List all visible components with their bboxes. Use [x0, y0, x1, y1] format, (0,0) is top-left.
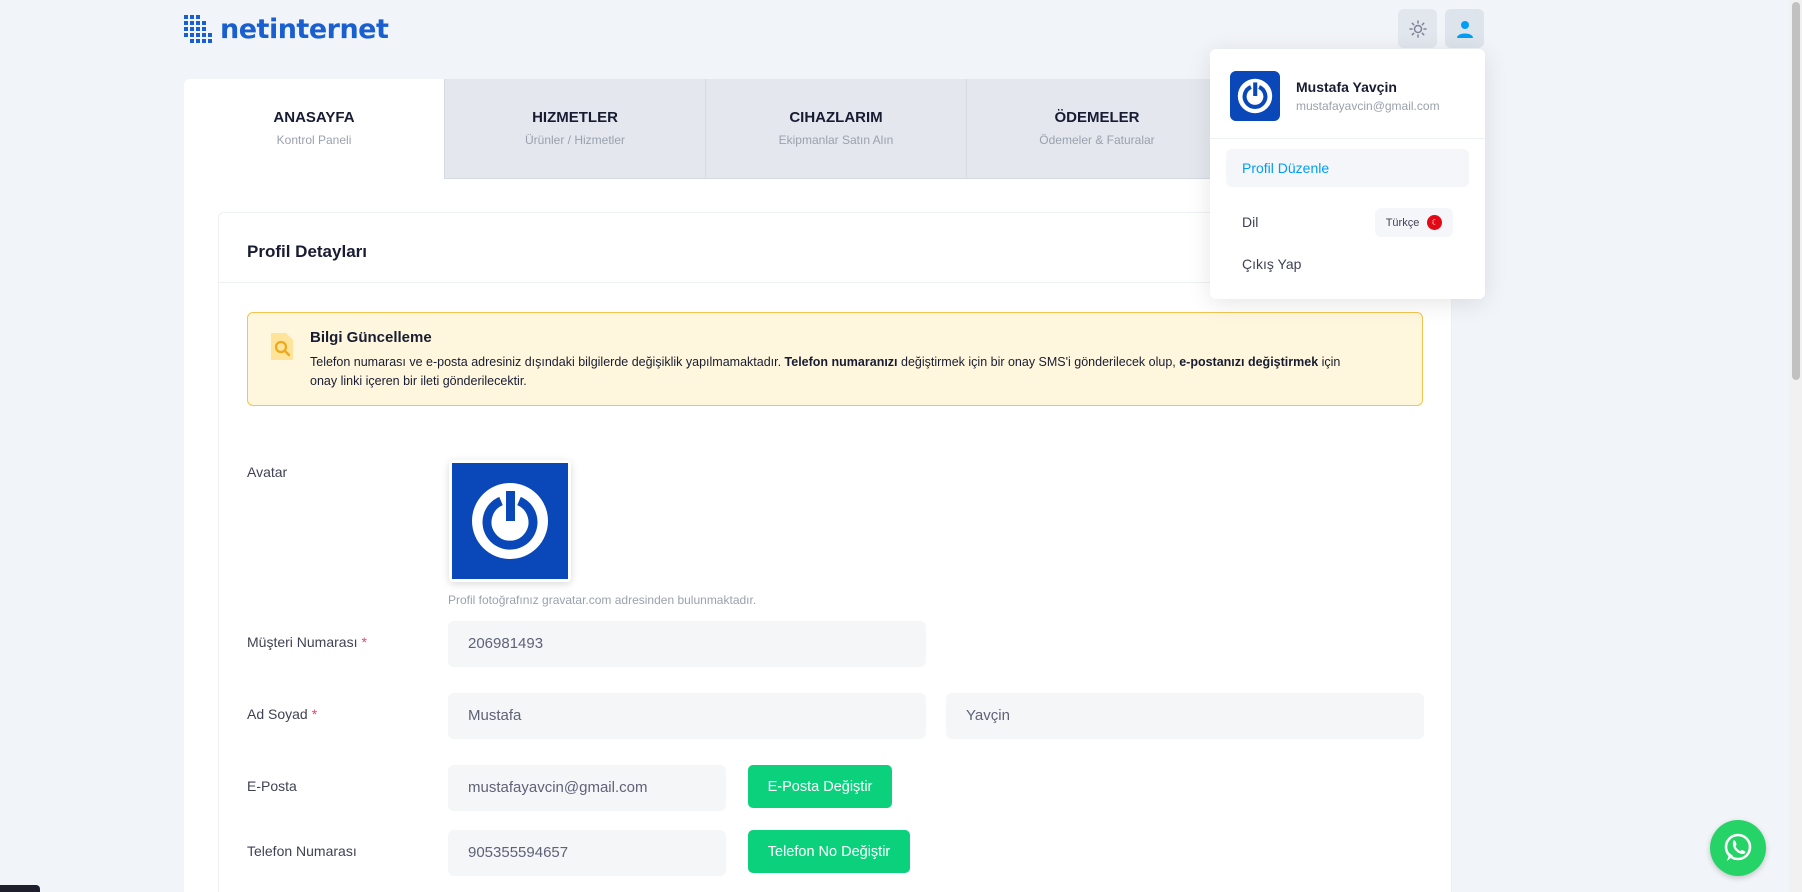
theme-toggle-button[interactable]	[1398, 9, 1437, 48]
language-value: Türkçe	[1385, 216, 1420, 229]
tab-title: ÖDEMELER	[1054, 109, 1140, 126]
tab-title: ANASAYFA	[273, 109, 355, 126]
notice-text-part: Telefon numarası ve e-posta adresiniz dı…	[310, 355, 785, 369]
tab-odemeler[interactable]: ÖDEMELER Ödemeler & Faturalar	[967, 79, 1228, 179]
email-field[interactable]: mustafayavcin@gmail.com	[448, 765, 726, 811]
notice-text-part: değiştirmek için bir onay SMS'i gönderil…	[897, 355, 1180, 369]
notice-title: Bilgi Güncelleme	[310, 329, 432, 346]
last-name-field[interactable]: Yavçin	[946, 693, 1424, 739]
whatsapp-icon	[1724, 833, 1752, 861]
document-search-icon	[271, 333, 293, 360]
user-dropdown-menu: Mustafa Yavçin mustafayavcin@gmail.com P…	[1210, 49, 1485, 299]
email-label: E-Posta	[247, 778, 297, 794]
required-mark: *	[311, 706, 318, 722]
top-bar: netinternet	[0, 0, 1802, 62]
notice-bold-phone: Telefon numaranızı	[784, 355, 898, 369]
change-phone-button[interactable]: Telefon No Değiştir	[748, 830, 910, 873]
phone-field[interactable]: 905355594657	[448, 830, 726, 876]
tab-title: HIZMETLER	[532, 109, 618, 126]
customer-number-label: Müşteri Numarası *	[247, 634, 367, 650]
dropdown-avatar	[1230, 71, 1280, 121]
language-selector[interactable]: Türkçe ☾	[1375, 208, 1453, 237]
required-mark: *	[361, 634, 367, 650]
edit-profile-link[interactable]: Profil Düzenle	[1226, 149, 1469, 187]
turkey-flag-icon: ☾	[1427, 215, 1443, 230]
customer-number-field[interactable]: 206981493	[448, 621, 926, 667]
tab-subtitle: Ekipmanlar Satın Alın	[778, 133, 894, 147]
scrollbar-thumb[interactable]	[1792, 2, 1800, 380]
avatar-label: Avatar	[247, 464, 288, 480]
page-scrollbar[interactable]	[1789, 0, 1802, 892]
avatar	[449, 460, 571, 582]
tab-subtitle: Ödemeler & Faturalar	[1039, 133, 1155, 147]
notice-text: Telefon numarası ve e-posta adresiniz dı…	[310, 353, 1370, 391]
corner-widget[interactable]	[0, 885, 40, 892]
power-logo-icon	[472, 483, 548, 559]
phone-label: Telefon Numarası	[247, 843, 357, 859]
brand-name: netinternet	[220, 14, 389, 45]
tab-subtitle: Ürünler / Hizmetler	[524, 133, 626, 147]
logout-link[interactable]: Çıkış Yap	[1226, 245, 1469, 283]
change-email-button[interactable]: E-Posta Değiştir	[748, 765, 892, 808]
avatar-image	[452, 463, 568, 579]
tab-anasayfa[interactable]: ANASAYFA Kontrol Paneli	[184, 79, 445, 179]
info-update-notice: Bilgi Güncelleme Telefon numarası ve e-p…	[247, 312, 1423, 406]
tab-cihazlarim[interactable]: CIHAZLARIM Ekipmanlar Satın Alın	[706, 79, 967, 179]
sun-icon	[1408, 19, 1427, 38]
profile-details-card: Profil Detayları Bilgi Güncelleme Telefo…	[218, 212, 1452, 892]
tab-hizmetler[interactable]: HIZMETLER Ürünler / Hizmetler	[445, 79, 706, 179]
full-name-label-text: Ad Soyad	[247, 706, 308, 722]
logo-mark-icon	[184, 14, 212, 43]
whatsapp-button[interactable]	[1710, 820, 1766, 876]
customer-number-label-text: Müşteri Numarası	[247, 634, 358, 650]
dropdown-user-name: Mustafa Yavçin	[1296, 79, 1397, 95]
main-tabs: ANASAYFA Kontrol Paneli HIZMETLER Ürünle…	[184, 79, 1228, 179]
power-logo-icon	[1237, 78, 1273, 114]
dropdown-user-email: mustafayavcin@gmail.com	[1296, 99, 1440, 113]
tab-subtitle: Kontrol Paneli	[276, 133, 352, 147]
full-name-label: Ad Soyad *	[247, 706, 317, 722]
user-menu-button[interactable]	[1445, 9, 1484, 48]
notice-bold-email: e-postanızı değiştirmek	[1179, 355, 1319, 369]
avatar-hint: Profil fotoğrafınız gravatar.com adresin…	[448, 593, 757, 607]
user-icon	[1456, 20, 1473, 38]
brand-logo[interactable]: netinternet	[184, 14, 389, 45]
dropdown-user-info: Mustafa Yavçin mustafayavcin@gmail.com	[1210, 49, 1485, 139]
tab-title: CIHAZLARIM	[789, 109, 883, 126]
first-name-field[interactable]: Mustafa	[448, 693, 926, 739]
